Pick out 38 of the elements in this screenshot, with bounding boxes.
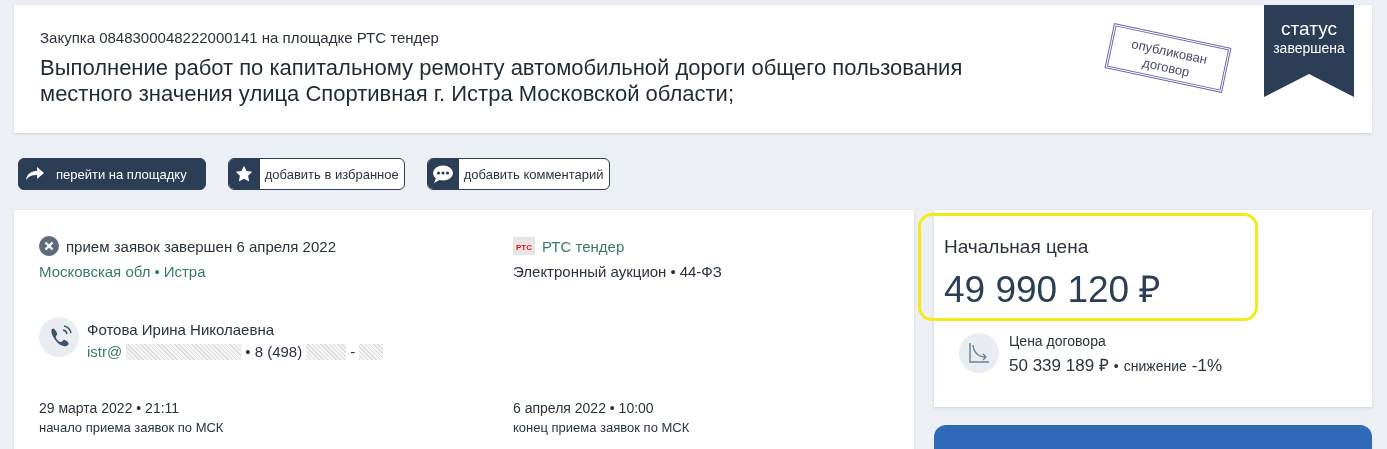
date-value: 29 марта 2022 • 21:11 (39, 400, 181, 416)
contract-price-label: Цена договора (1009, 333, 1107, 349)
add-favorite-button[interactable]: добавить в избранное (227, 158, 405, 190)
speech-bubble-icon (432, 165, 455, 183)
reduction-value: -1% (1191, 356, 1222, 376)
phone-icon (39, 317, 79, 357)
platform-link[interactable]: РТС тендер (542, 237, 625, 255)
redacted-block (359, 343, 384, 360)
city-link[interactable]: Истра (163, 263, 206, 280)
separator-dot: • (1113, 358, 1119, 374)
date-caption: конец приема заявок по МСК (513, 420, 691, 435)
go-to-platform-button[interactable]: перейти на площадку (18, 158, 206, 190)
procurement-number: Закупка 0848300048222000141 на площадке РТС тендер (40, 29, 440, 46)
date-value: 6 апреля 2022 • 10:00 (513, 400, 655, 416)
price-value: 49 990 120 ₽ (944, 268, 1163, 312)
phone-dash: - (350, 343, 356, 360)
separator-dot: • (670, 263, 676, 280)
law-text: 44-ФЗ (679, 263, 722, 280)
status-ribbon: статус завершена (1264, 5, 1354, 97)
reduction-label: снижение (1123, 358, 1187, 374)
email-link[interactable]: istr@ (87, 343, 123, 360)
add-comment-button[interactable]: добавить комментарий (426, 158, 610, 190)
redacted-block (306, 343, 347, 360)
contact-name: Фотова Ирина Николаевна (87, 321, 275, 338)
platform-logo-icon: РТС (513, 237, 535, 255)
close-circle-icon (39, 236, 59, 256)
date-caption: начало приема заявок по МСК (39, 420, 225, 435)
separator-dot: • (154, 263, 160, 280)
share-arrow-icon (25, 167, 44, 181)
method-text: Электронный аукцион (513, 263, 667, 280)
procurement-title: Выполнение работ по капитальному ремонту автомобильной дороги общего пользования местного значения улица Спортивная г. Истра Московской области; (40, 55, 964, 107)
decline-chart-icon (959, 333, 999, 373)
deadline-text: прием заявок завершен 6 апреля 2022 (66, 237, 336, 255)
price-label: Начальная цена (944, 236, 1090, 258)
region-link[interactable]: Московская обл (39, 263, 151, 280)
phone-text: • 8 (498) (245, 343, 303, 360)
contract-price-value: 50 339 189 ₽ (1009, 355, 1109, 376)
star-icon (235, 165, 254, 183)
